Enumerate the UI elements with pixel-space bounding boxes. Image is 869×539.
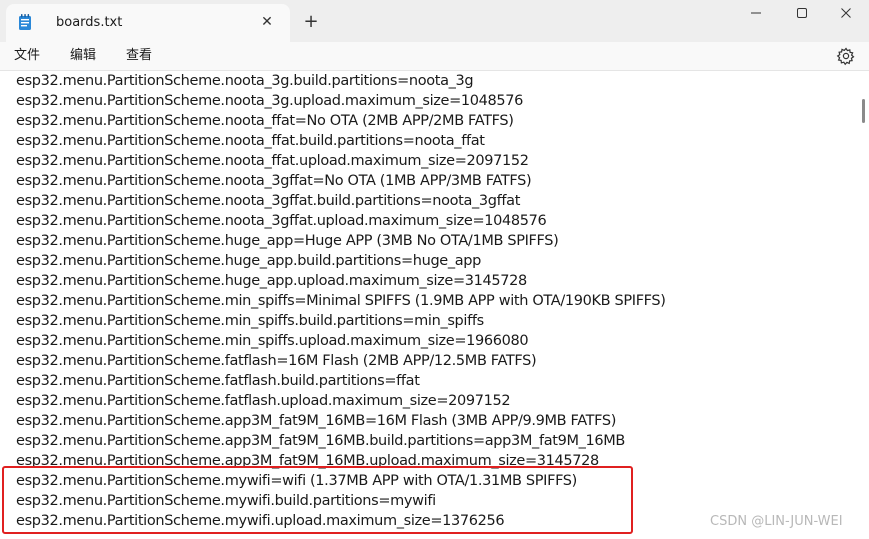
menu-file[interactable]: 文件 bbox=[12, 46, 42, 66]
editor-line: esp32.menu.PartitionScheme.noota_3gffat.… bbox=[16, 213, 547, 229]
editor-line: esp32.menu.PartitionScheme.fatflash.buil… bbox=[16, 373, 420, 389]
editor-line: esp32.menu.PartitionScheme.noota_3g.uplo… bbox=[16, 93, 524, 109]
menu-bar: 文件 编辑 查看 bbox=[0, 42, 869, 71]
tab-boards-txt[interactable]: boards.txt ✕ bbox=[6, 4, 290, 42]
editor-line: esp32.menu.PartitionScheme.app3M_fat9M_1… bbox=[16, 413, 617, 429]
close-tab-icon[interactable]: ✕ bbox=[256, 11, 278, 33]
editor-line: esp32.menu.PartitionScheme.app3M_fat9M_1… bbox=[16, 433, 626, 449]
highlight-annotation-box bbox=[2, 466, 633, 534]
close-window-button[interactable] bbox=[823, 0, 869, 26]
title-bar: boards.txt ✕ + bbox=[0, 0, 869, 42]
editor-line: esp32.menu.PartitionScheme.min_spiffs.bu… bbox=[16, 313, 484, 329]
editor-lines: esp32.menu.PartitionScheme.noota_3g.buil… bbox=[16, 71, 666, 531]
editor-line: esp32.menu.PartitionScheme.noota_3gffat.… bbox=[16, 193, 521, 209]
maximize-button[interactable] bbox=[779, 0, 825, 26]
editor-line: esp32.menu.PartitionScheme.fatflash.uplo… bbox=[16, 393, 511, 409]
editor-line: esp32.menu.PartitionScheme.noota_ffat.up… bbox=[16, 153, 529, 169]
editor-line: esp32.menu.PartitionScheme.fatflash=16M … bbox=[16, 353, 537, 369]
tab-title: boards.txt bbox=[56, 15, 123, 30]
vertical-scrollbar-thumb[interactable] bbox=[862, 99, 865, 123]
new-tab-button[interactable]: + bbox=[300, 11, 322, 33]
editor-line: esp32.menu.PartitionScheme.min_spiffs=Mi… bbox=[16, 293, 666, 309]
editor-line: esp32.menu.PartitionScheme.huge_app=Huge… bbox=[16, 233, 559, 249]
editor-line: esp32.menu.PartitionScheme.min_spiffs.up… bbox=[16, 333, 529, 349]
maximize-icon bbox=[797, 8, 807, 18]
editor-line: esp32.menu.PartitionScheme.noota_3g.buil… bbox=[16, 73, 474, 89]
editor-line: esp32.menu.PartitionScheme.huge_app.uplo… bbox=[16, 273, 527, 289]
editor-line: esp32.menu.PartitionScheme.noota_ffat=No… bbox=[16, 113, 514, 129]
editor-line: esp32.menu.PartitionScheme.noota_3gffat=… bbox=[16, 173, 532, 189]
notepad-file-icon bbox=[19, 14, 31, 30]
minimize-icon bbox=[751, 12, 761, 14]
editor-line: esp32.menu.PartitionScheme.noota_ffat.bu… bbox=[16, 133, 485, 149]
minimize-button[interactable] bbox=[733, 0, 779, 26]
menu-edit[interactable]: 编辑 bbox=[68, 46, 98, 66]
watermark: CSDN @LIN-JUN-WEI bbox=[710, 514, 843, 529]
menu-view[interactable]: 查看 bbox=[124, 46, 154, 66]
editor-line: esp32.menu.PartitionScheme.huge_app.buil… bbox=[16, 253, 482, 269]
close-icon bbox=[841, 8, 851, 18]
gear-icon[interactable] bbox=[836, 46, 856, 66]
